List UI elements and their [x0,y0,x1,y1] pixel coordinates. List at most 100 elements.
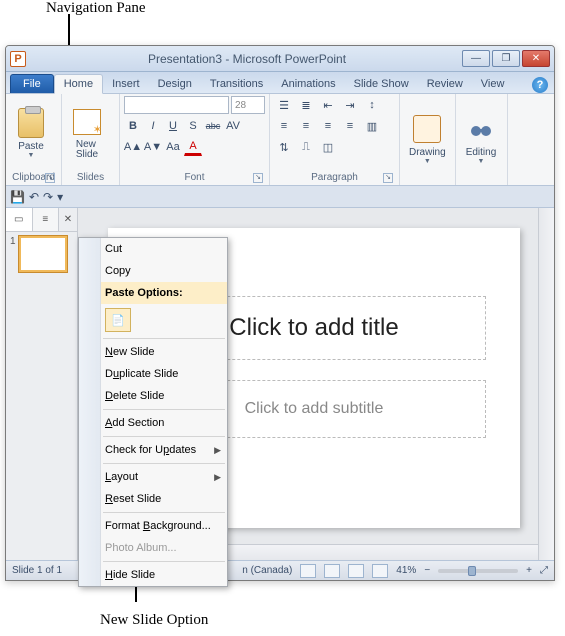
qat-redo-button[interactable]: ↷ [43,190,53,204]
nav-pane-close[interactable]: ✕ [59,208,77,231]
menu-copy[interactable]: ⎘ Copy [79,260,227,282]
minimize-button[interactable]: — [462,50,490,67]
tab-file[interactable]: File [10,74,54,93]
menu-layout-label: Layout [105,471,138,483]
view-normal-button[interactable] [300,564,316,578]
menu-reset-slide[interactable]: Reset Slide [79,488,227,510]
fit-to-window-button[interactable]: ⤢ [540,565,548,576]
status-slide-info: Slide 1 of 1 [12,565,62,576]
zoom-out-button[interactable]: − [424,565,430,576]
tab-transitions[interactable]: Transitions [201,75,272,93]
nav-tab-slides[interactable]: ▭ [6,208,33,231]
menu-duplicate-label: Duplicate Slide [105,368,178,380]
menu-delete-label: Delete Slide [105,390,164,402]
help-icon[interactable]: ? [532,77,548,93]
strike-button[interactable]: abc [204,117,222,135]
menu-add-section-label: Add Section [105,417,164,429]
menu-reset-label: Reset Slide [105,493,161,505]
submenu-arrow-icon: ▶ [214,472,221,483]
para-row2: ≡ ≡ ≡ ≡ ▥ [274,117,395,135]
close-button[interactable]: ✕ [522,50,550,67]
paste-button[interactable]: Paste ▼ [10,104,52,162]
qat-customize-button[interactable]: ▾ [57,190,63,204]
line-spacing-button[interactable]: ↕ [362,96,382,114]
menu-layout[interactable]: ▦ Layout ▶ [79,466,227,488]
justify-button[interactable]: ≡ [340,117,360,135]
tab-review[interactable]: Review [418,75,472,93]
menu-paste-options-header: 📋 Paste Options: [79,282,227,304]
text-direction-button[interactable]: ⇅ [274,138,294,156]
qat-undo-button[interactable]: ↶ [29,190,39,204]
zoom-percent[interactable]: 41% [396,565,416,576]
drawing-label: Drawing [409,147,446,158]
underline-button[interactable]: U [164,117,182,135]
font-family-select[interactable] [124,96,229,114]
menu-delete-slide[interactable]: Delete Slide [79,385,227,407]
vertical-scrollbar[interactable] [538,208,554,560]
menu-duplicate-slide[interactable]: Duplicate Slide [79,363,227,385]
shadow-button[interactable]: S [184,117,202,135]
dialog-launcher-icon[interactable]: ↘ [253,173,263,183]
bold-button[interactable]: B [124,117,142,135]
tab-insert[interactable]: Insert [103,75,149,93]
drawing-button[interactable]: Drawing ▼ [404,110,451,168]
status-language[interactable]: n (Canada) [242,565,292,576]
context-menu: ✂ Cut ⎘ Copy 📋 Paste Options: 📄 ▭ New Sl… [78,237,228,587]
group-editing: Editing ▼ [456,94,508,185]
columns-button[interactable]: ▥ [362,117,382,135]
increase-indent-button[interactable]: ⇥ [340,96,360,114]
shrink-font-button[interactable]: A▼ [144,138,162,156]
menu-cut-label: Cut [105,243,122,255]
tab-design[interactable]: Design [149,75,201,93]
font-size-select[interactable]: 28 [231,96,265,114]
font-color-button[interactable]: A [184,138,202,156]
decrease-indent-button[interactable]: ⇤ [318,96,338,114]
bullets-button[interactable]: ☰ [274,96,294,114]
italic-button[interactable]: I [144,117,162,135]
qat-save-button[interactable]: 💾 [10,190,25,204]
zoom-in-button[interactable]: + [526,565,532,576]
title-bar: P Presentation3 - Microsoft PowerPoint —… [6,46,554,72]
new-slide-button[interactable]: New Slide [66,103,108,163]
zoom-slider-thumb[interactable] [468,566,476,576]
view-sorter-button[interactable] [324,564,340,578]
tab-animations[interactable]: Animations [272,75,344,93]
paste-option-keep-source[interactable]: 📄 [105,308,131,332]
font-buttons-row2: A▲ A▼ Aa A [124,138,265,156]
tab-home[interactable]: Home [54,74,103,94]
group-drawing-label [404,181,451,185]
editing-button[interactable]: Editing ▼ [460,110,502,168]
grow-font-button[interactable]: A▲ [124,138,142,156]
new-slide-label: New Slide [76,140,98,160]
menu-cut[interactable]: ✂ Cut [79,238,227,260]
maximize-button[interactable]: ❐ [492,50,520,67]
dialog-launcher-icon[interactable]: ↘ [383,173,393,183]
smartart-button[interactable]: ◫ [318,138,338,156]
tab-view[interactable]: View [472,75,514,93]
menu-check-updates[interactable]: Check for Updates ▶ [79,439,227,461]
powerpoint-icon: P [10,51,26,67]
menu-separator [103,338,225,339]
menu-new-slide[interactable]: ▭ New Slide [79,341,227,363]
char-spacing-button[interactable]: AV [224,117,242,135]
nav-tab-outline[interactable]: ≡ [33,208,60,231]
align-text-button[interactable]: ⎍ [296,138,316,156]
chevron-down-icon: ▼ [424,158,431,165]
menu-separator [103,409,225,410]
menu-add-section[interactable]: ▤ Add Section [79,412,227,434]
menu-format-background[interactable]: 🖌 Format Background... [79,515,227,537]
menu-hide-slide[interactable]: ▭ Hide Slide [79,564,227,586]
numbering-button[interactable]: ≣ [296,96,316,114]
dialog-launcher-icon[interactable]: ↘ [45,173,55,183]
group-paragraph-label: Paragraph↘ [274,170,395,185]
align-center-button[interactable]: ≡ [296,117,316,135]
change-case-button[interactable]: Aa [164,138,182,156]
slide-thumbnail-1[interactable]: 1 [10,236,73,272]
para-row3: ⇅ ⎍ ◫ [274,138,395,156]
zoom-slider[interactable] [438,569,518,573]
align-left-button[interactable]: ≡ [274,117,294,135]
align-right-button[interactable]: ≡ [318,117,338,135]
view-reading-button[interactable] [348,564,364,578]
view-slideshow-button[interactable] [372,564,388,578]
tab-slideshow[interactable]: Slide Show [345,75,418,93]
